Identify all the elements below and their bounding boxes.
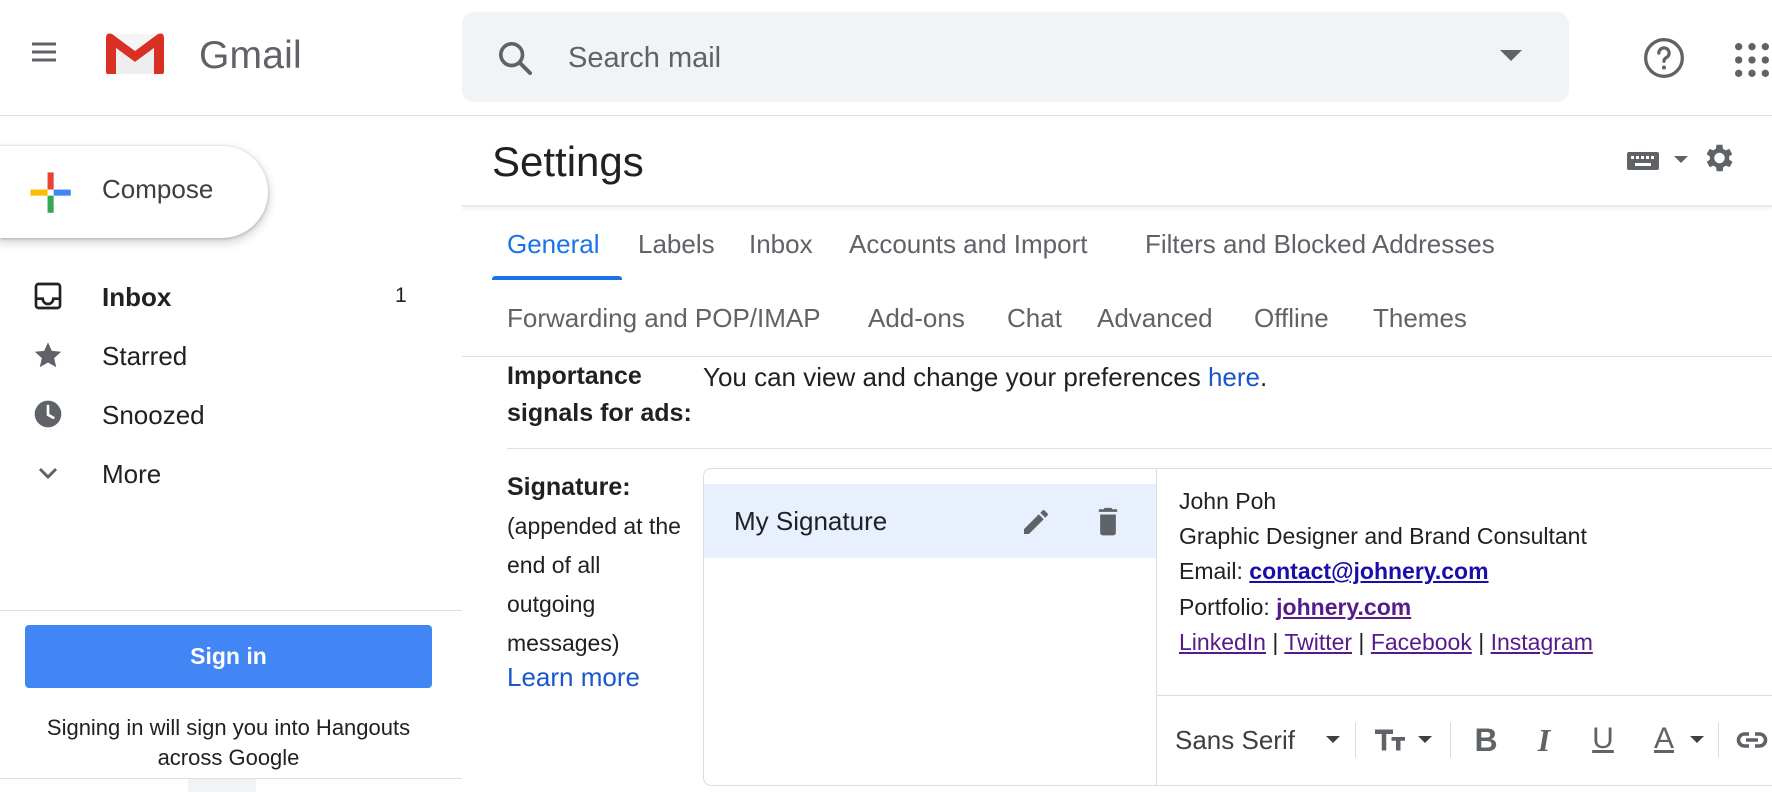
sidebar-item-snoozed[interactable]: Snoozed xyxy=(0,386,440,442)
sidebar-item-starred[interactable]: Starred xyxy=(0,327,440,383)
font-family-value: Sans Serif xyxy=(1175,725,1295,755)
tab-advanced[interactable]: Advanced xyxy=(1097,303,1213,334)
social-separator: | xyxy=(1471,629,1491,655)
font-family-caret-icon[interactable] xyxy=(1326,736,1340,743)
editor-toolbar-divider xyxy=(1156,695,1772,696)
toolbar-separator xyxy=(1718,722,1719,758)
gear-icon[interactable] xyxy=(1700,140,1736,176)
facebook-link[interactable]: Facebook xyxy=(1371,629,1472,655)
importance-label-line: signals for ads: xyxy=(507,399,692,427)
inbox-icon xyxy=(32,280,64,312)
email-label: Email: xyxy=(1179,558,1250,584)
search-input[interactable] xyxy=(568,28,1468,88)
compose-plus-icon xyxy=(28,170,72,214)
tab-accounts-and-import[interactable]: Accounts and Import xyxy=(849,229,1087,260)
font-size-caret-icon[interactable] xyxy=(1418,736,1432,743)
sidebar-item-more[interactable]: More xyxy=(0,445,440,501)
clock-icon xyxy=(32,398,64,430)
active-tab-indicator xyxy=(492,276,622,280)
signature-email-line: Email: contact@johnery.com xyxy=(1179,558,1489,585)
tab-themes[interactable]: Themes xyxy=(1373,303,1467,334)
text-color-button[interactable]: A xyxy=(1646,722,1682,758)
signature-social-line: LinkedIn | Twitter | Facebook | Instagra… xyxy=(1179,629,1593,656)
sidebar-item-label: Starred xyxy=(102,341,188,371)
importance-description: You can view and change your preferences xyxy=(703,362,1208,392)
toolbar-separator xyxy=(1355,722,1356,758)
tab-filters-and-blocked-addresses[interactable]: Filters and Blocked Addresses xyxy=(1145,229,1495,260)
trash-icon[interactable] xyxy=(1092,504,1124,538)
learn-more-link[interactable]: Learn more xyxy=(507,662,640,693)
scrollbar-thumb[interactable] xyxy=(188,779,256,792)
signature-name: My Signature xyxy=(734,506,888,536)
help-circle-icon[interactable] xyxy=(1642,36,1686,80)
gmail-logo-icon xyxy=(104,30,174,82)
italic-button[interactable]: I xyxy=(1526,722,1562,758)
tab-offline[interactable]: Offline xyxy=(1254,303,1329,334)
compose-button[interactable]: Compose xyxy=(0,146,268,238)
tab-general[interactable]: General xyxy=(507,229,600,260)
font-size-icon[interactable] xyxy=(1372,722,1408,758)
tab-inbox[interactable]: Inbox xyxy=(749,229,813,260)
tabs-divider xyxy=(462,356,1772,357)
toolbar-separator xyxy=(1450,722,1451,758)
tab-labels[interactable]: Labels xyxy=(638,229,715,260)
link-icon[interactable] xyxy=(1734,722,1770,758)
underline-button[interactable]: U xyxy=(1585,722,1621,758)
sidebar-item-label: Inbox xyxy=(102,282,172,312)
sign-in-button[interactable]: Sign in xyxy=(25,625,432,688)
social-separator: | xyxy=(1352,629,1371,655)
search-icon[interactable] xyxy=(495,38,535,78)
keyboard-icon[interactable] xyxy=(1626,150,1660,172)
importance-label-line: Importance xyxy=(507,362,642,390)
importance-suffix: . xyxy=(1259,362,1268,392)
importance-label: Importance signals for ads: xyxy=(507,358,692,432)
tab-chat[interactable]: Chat xyxy=(1007,303,1062,334)
title-divider xyxy=(462,205,1772,207)
sidebar-divider xyxy=(0,610,462,611)
chevron-down-icon xyxy=(32,457,64,489)
signature-list-item[interactable]: My Signature xyxy=(704,484,1156,558)
apps-grid-icon[interactable] xyxy=(1732,40,1772,80)
twitter-link[interactable]: Twitter xyxy=(1284,629,1352,655)
tab-add-ons[interactable]: Add-ons xyxy=(868,303,965,334)
page-title: Settings xyxy=(492,138,644,185)
signature-label: Signature: xyxy=(507,473,631,501)
signature-description-line: outgoing xyxy=(507,591,596,617)
importance-text: You can view and change your preferences… xyxy=(703,362,1267,393)
tab-forwarding-and-pop-imap[interactable]: Forwarding and POP/IMAP xyxy=(507,303,821,334)
search-options-caret-icon[interactable] xyxy=(1500,50,1522,61)
pencil-icon[interactable] xyxy=(1020,506,1052,538)
unread-count: 1 xyxy=(395,284,407,307)
instagram-link[interactable]: Instagram xyxy=(1491,629,1593,655)
signature-description-line: messages) xyxy=(507,630,620,656)
text-color-caret-icon[interactable] xyxy=(1690,736,1704,743)
sidebar-item-label: Snoozed xyxy=(102,400,205,430)
signature-description: (appended at the end of all outgoing mes… xyxy=(507,507,697,663)
linkedin-link[interactable]: LinkedIn xyxy=(1179,629,1266,655)
sidebar-item-label: More xyxy=(102,459,162,489)
preferences-here-link[interactable]: here xyxy=(1208,362,1260,392)
signature-portfolio-line: Portfolio: johnery.com xyxy=(1179,594,1411,621)
bold-button[interactable]: B xyxy=(1468,722,1504,758)
signature-description-line: end of all xyxy=(507,552,601,578)
sidebar-item-inbox[interactable]: Inbox 1 xyxy=(0,268,440,324)
portfolio-label: Portfolio: xyxy=(1179,594,1277,620)
row-divider xyxy=(507,448,1772,449)
portfolio-link[interactable]: johnery.com xyxy=(1276,594,1411,620)
input-tools-caret-icon[interactable] xyxy=(1674,156,1688,163)
signature-name-line: John Poh xyxy=(1179,488,1277,514)
signature-description-line: (appended at the xyxy=(507,513,681,539)
star-icon xyxy=(32,339,64,371)
email-link[interactable]: contact@johnery.com xyxy=(1249,558,1488,584)
app-name: Gmail xyxy=(199,34,302,77)
sign-in-note: Signing in will sign you into Hangouts a… xyxy=(46,715,411,770)
header-divider xyxy=(0,115,1772,116)
social-separator: | xyxy=(1265,629,1285,655)
signature-title-line: Graphic Designer and Brand Consultant xyxy=(1179,523,1587,549)
main-menu-icon[interactable] xyxy=(28,36,60,68)
font-family-select[interactable]: Sans Serif xyxy=(1175,725,1295,756)
compose-label: Compose xyxy=(102,174,214,204)
